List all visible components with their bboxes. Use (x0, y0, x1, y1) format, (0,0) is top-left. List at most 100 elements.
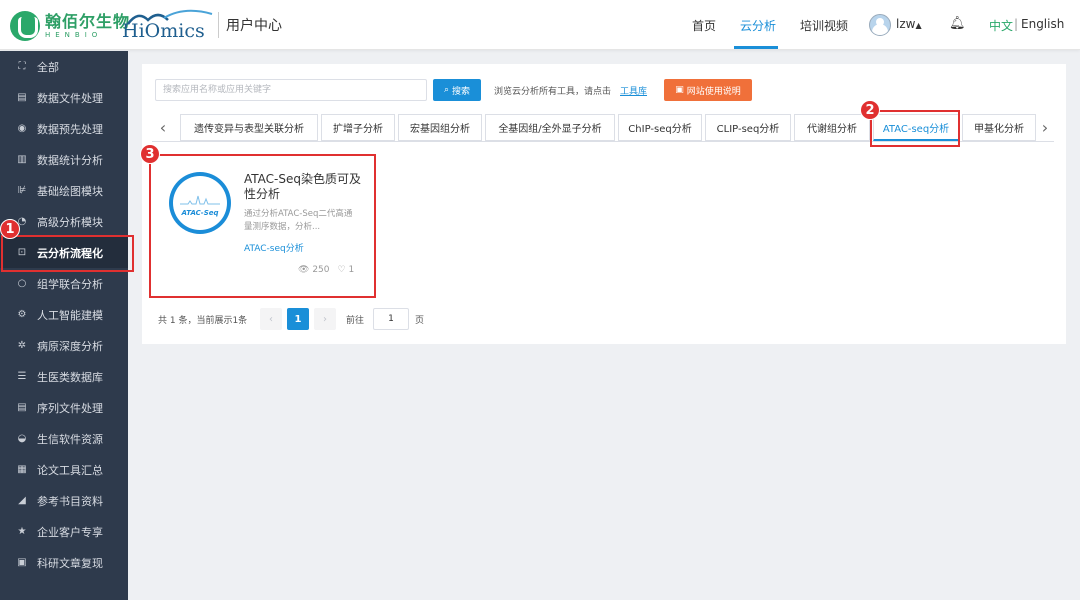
tab-methylation[interactable]: 甲基化分析 (962, 114, 1036, 141)
annotation-badge-2: 2 (860, 100, 880, 120)
sidebar-item-label: 病原深度分析 (37, 339, 103, 353)
file-icon: ▤ (17, 92, 27, 103)
sidebar-item-pathogen[interactable]: ✲ 病原深度分析 (0, 330, 128, 361)
goto-label: 前往 (346, 316, 365, 326)
sidebar-item-label: 生信软件资源 (37, 432, 103, 446)
search-icon: ⌕ (443, 85, 450, 95)
site-guide-button[interactable]: ▣ 网站使用说明 (664, 79, 752, 101)
sidebar-item-label: 全部 (37, 60, 59, 74)
article-icon: ▣ (17, 557, 27, 568)
top-header: 翰佰尔生物 HENBIO HiOmics 用户中心 首页 云分析 培训视频 lz… (0, 0, 1080, 50)
chart-icon: ⊯ (17, 185, 27, 196)
goto-page-input[interactable] (373, 308, 409, 330)
annotation-box-tab (870, 110, 960, 147)
tab-metagenome[interactable]: 宏基因组分析 (398, 114, 482, 141)
search-input[interactable] (155, 79, 427, 101)
gear-icon: ⚙ (17, 309, 27, 320)
hiomics-logo[interactable]: HiOmics (122, 8, 213, 42)
bar-chart-icon: ▥ (17, 154, 27, 165)
tab-wgs-wes[interactable]: 全基因组/全外显子分析 (485, 114, 615, 141)
sidebar-item-label: 数据预先处理 (37, 122, 103, 136)
sidebar-item-statistics[interactable]: ▥ 数据统计分析 (0, 144, 128, 175)
tab-genetic-variation[interactable]: 遗传变异与表型关联分析 (180, 114, 318, 141)
pagination-next-icon[interactable]: › (314, 308, 336, 330)
expand-icon: ⛶ (18, 61, 26, 72)
username: lzw (896, 17, 916, 31)
nav-active-underline (734, 46, 778, 49)
page-title: 用户中心 (226, 18, 282, 34)
tab-clip-seq[interactable]: CLIP-seq分析 (705, 114, 791, 141)
document-icon: ▤ (17, 402, 27, 413)
user-menu[interactable]: lzw▲ (896, 17, 922, 31)
virus-icon: ✲ (17, 340, 27, 351)
sidebar-item-label: 企业客户专享 (37, 525, 103, 539)
henbio-logo-icon (10, 11, 40, 41)
bell-icon[interactable]: 🔔︎ (949, 16, 966, 31)
sidebar-item-label: 生医类数据库 (37, 370, 103, 384)
database-icon: ☰ (17, 371, 27, 382)
sidebar-item-basic-plot[interactable]: ⊯ 基础绘图模块 (0, 175, 128, 206)
pagination-info: 共 1 条，当前展示1条 (158, 316, 248, 326)
annotation-badge-3: 3 (140, 144, 160, 164)
sidebar-item-label: 数据文件处理 (37, 91, 103, 105)
tab-metabolome[interactable]: 代谢组分析 (794, 114, 870, 141)
tab-amplicon[interactable]: 扩增子分析 (321, 114, 395, 141)
sidebar-item-all[interactable]: ⛶ 全部 (0, 51, 128, 82)
sidebar-item-sequence[interactable]: ▤ 序列文件处理 (0, 392, 128, 423)
tab-chip-seq[interactable]: ChIP-seq分析 (618, 114, 702, 141)
sidebar-item-label: 组学联合分析 (37, 277, 103, 291)
nav-training-videos[interactable]: 培训视频 (800, 17, 848, 34)
target-icon: ◉ (17, 123, 27, 134)
sidebar-item-references[interactable]: ◢ 参考书目资料 (0, 485, 128, 516)
sidebar-item-reproduce[interactable]: ▣ 科研文章复现 (0, 547, 128, 578)
search-button[interactable]: ⌕ 搜索 (433, 79, 481, 101)
tabs-next-icon[interactable]: › (1034, 114, 1056, 140)
circle-icon: ○ (17, 278, 27, 289)
book-icon: ▦ (17, 464, 27, 475)
lang-chinese[interactable]: 中文 (989, 17, 1013, 34)
lang-separator: | (1014, 17, 1019, 31)
sidebar-item-label: 科研文章复现 (37, 556, 103, 570)
search-button-label: 搜索 (452, 86, 471, 97)
sidebar-item-enterprise[interactable]: ★ 企业客户专享 (0, 516, 128, 547)
header-divider (218, 12, 219, 38)
pagination-prev-icon[interactable]: ‹ (260, 308, 282, 330)
annotation-badge-1: 1 (0, 219, 20, 239)
nav-home[interactable]: 首页 (692, 17, 716, 34)
sidebar-item-multiomics[interactable]: ○ 组学联合分析 (0, 268, 128, 299)
guide-button-label: 网站使用说明 (686, 86, 741, 97)
henbio-logo[interactable]: 翰佰尔生物 HENBIO (10, 10, 130, 42)
avatar[interactable] (869, 14, 891, 36)
caret-up-icon: ▲ (915, 21, 922, 30)
sidebar-item-data-file[interactable]: ▤ 数据文件处理 (0, 82, 128, 113)
annotation-box-card (149, 154, 376, 298)
tabs-prev-icon[interactable]: ‹ (152, 114, 174, 140)
sidebar-item-ai-modeling[interactable]: ⚙ 人工智能建模 (0, 299, 128, 330)
nav-cloud-analysis[interactable]: 云分析 (740, 17, 776, 34)
star-icon: ★ (17, 526, 27, 537)
sidebar-item-label: 参考书目资料 (37, 494, 103, 508)
hiomics-swoosh-icon (126, 9, 213, 25)
annotation-box-sidebar (1, 235, 134, 272)
sidebar: ⛶ 全部 ▤ 数据文件处理 ◉ 数据预先处理 ▥ 数据统计分析 ⊯ 基础绘图模块 ◔ 高级分… (0, 51, 128, 600)
sidebar-item-software[interactable]: ◒ 生信软件资源 (0, 423, 128, 454)
sidebar-item-preprocess[interactable]: ◉ 数据预先处理 (0, 113, 128, 144)
sidebar-item-label: 基础绘图模块 (37, 184, 103, 198)
sidebar-item-paper-tools[interactable]: ▦ 论文工具汇总 (0, 454, 128, 485)
pagination-page-1[interactable]: 1 (287, 308, 309, 330)
sidebar-item-label: 论文工具汇总 (37, 463, 103, 477)
toolbox-link[interactable]: 工具库 (620, 84, 647, 97)
browse-hint: 浏览云分析所有工具，请点击 (494, 87, 612, 97)
lang-english[interactable]: English (1021, 17, 1064, 31)
sidebar-item-label: 高级分析模块 (37, 215, 103, 229)
sidebar-item-biomed-db[interactable]: ☰ 生医类数据库 (0, 361, 128, 392)
guide-book-icon: ▣ (675, 85, 684, 95)
pen-icon: ◢ (18, 495, 26, 506)
page-unit-label: 页 (415, 316, 425, 326)
package-icon: ◒ (17, 433, 27, 444)
logo-cn-text: 翰佰尔生物 (45, 11, 131, 31)
logo-en-text: HENBIO (45, 30, 103, 39)
sidebar-item-label: 序列文件处理 (37, 401, 103, 415)
sidebar-item-label: 数据统计分析 (37, 153, 103, 167)
sidebar-item-label: 人工智能建模 (37, 308, 103, 322)
